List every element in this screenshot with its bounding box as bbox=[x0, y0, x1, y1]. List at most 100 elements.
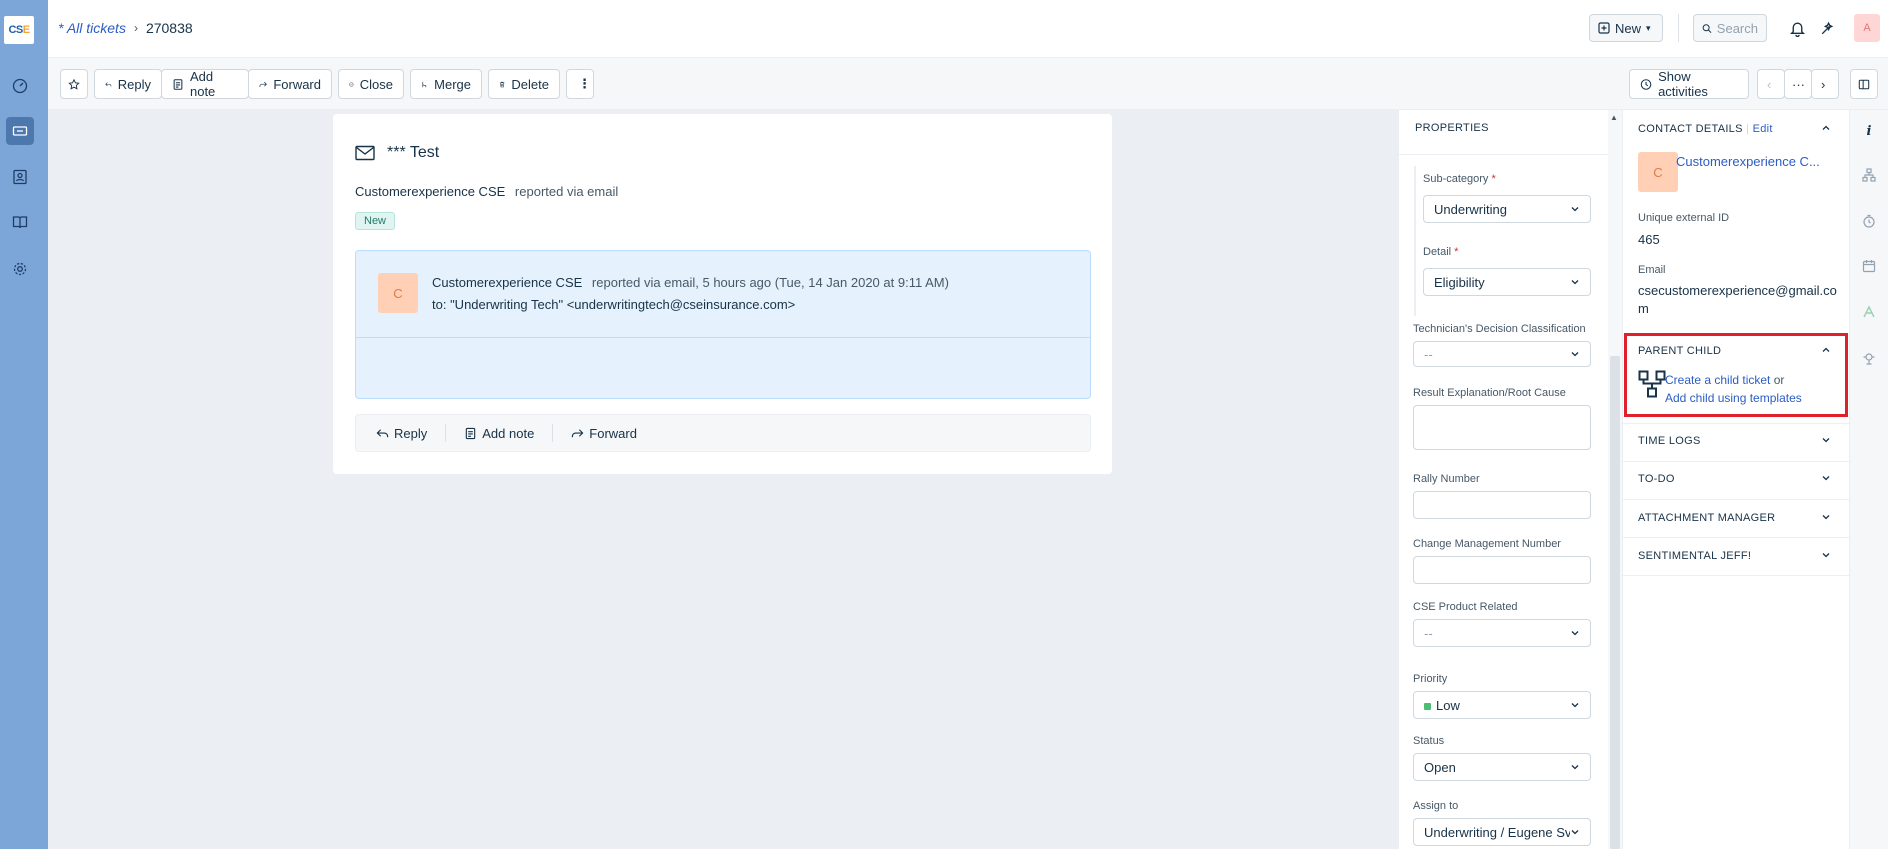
chevron-down-icon bbox=[1571, 631, 1579, 636]
parent-child-highlight-box bbox=[1624, 333, 1848, 417]
chevron-left-icon: ‹ bbox=[1767, 76, 1772, 92]
tickets-icon[interactable] bbox=[6, 117, 34, 145]
ticket-subject-text: *** Test bbox=[387, 144, 440, 161]
tech-decision-select[interactable]: -- bbox=[1413, 341, 1591, 367]
breadcrumb-all-tickets[interactable]: * All tickets bbox=[58, 20, 126, 36]
show-activities-button[interactable]: Show activities bbox=[1629, 69, 1749, 99]
calendar-icon[interactable] bbox=[1861, 258, 1877, 274]
contact-name-link[interactable]: Customerexperience C... bbox=[1676, 154, 1820, 169]
status-badge: New bbox=[355, 212, 396, 230]
merge-button[interactable]: Merge bbox=[410, 69, 482, 99]
email-label: Email bbox=[1638, 264, 1666, 276]
sentimental-jeff-section[interactable]: SENTIMENTAL JEFF! bbox=[1638, 550, 1751, 562]
message-sender: Customerexperience CSE reported via emai… bbox=[432, 275, 949, 290]
forward-action[interactable]: Forward bbox=[571, 426, 637, 441]
action-separator bbox=[445, 424, 447, 442]
settings-gear-icon[interactable] bbox=[6, 255, 34, 283]
forward-button[interactable]: Forward bbox=[248, 69, 332, 99]
message-sender-name[interactable]: Customerexperience CSE bbox=[432, 275, 582, 290]
todo-section[interactable]: TO-DO bbox=[1638, 473, 1675, 485]
chevron-down-icon[interactable] bbox=[1821, 473, 1831, 483]
breadcrumb: * All tickets › 270838 bbox=[58, 20, 193, 36]
chevron-right-icon: › bbox=[1821, 76, 1826, 92]
rally-number-input[interactable] bbox=[1413, 491, 1591, 519]
sub-category-select[interactable]: Underwriting bbox=[1423, 195, 1591, 223]
next-ticket-button[interactable]: › bbox=[1811, 69, 1839, 99]
time-logs-section[interactable]: TIME LOGS bbox=[1638, 435, 1701, 447]
message-thread-item: C Customerexperience CSE reported via em… bbox=[355, 250, 1091, 399]
reply-button[interactable]: Reply bbox=[94, 69, 162, 99]
chevron-right-icon: › bbox=[133, 21, 138, 35]
status-select[interactable]: Open bbox=[1413, 753, 1591, 781]
properties-scrollbar-thumb[interactable] bbox=[1610, 356, 1620, 849]
chevron-down-icon[interactable] bbox=[1821, 550, 1831, 560]
detail-label: Detail * bbox=[1423, 246, 1459, 258]
detail-value: Eligibility bbox=[1434, 274, 1485, 290]
left-nav: CSE bbox=[0, 0, 48, 849]
new-button-label: New bbox=[1615, 20, 1642, 36]
close-ticket-button[interactable]: Close bbox=[338, 69, 404, 99]
message-avatar: C bbox=[378, 273, 418, 313]
new-button[interactable]: New ▾ bbox=[1589, 14, 1663, 42]
ai-assistant-icon[interactable] bbox=[1817, 18, 1837, 38]
add-note-button[interactable]: Add note bbox=[161, 69, 249, 99]
delete-button[interactable]: Delete bbox=[488, 69, 560, 99]
dashboard-icon[interactable] bbox=[6, 72, 34, 100]
chevron-down-icon[interactable] bbox=[1821, 512, 1831, 522]
chevron-down-icon bbox=[1571, 280, 1579, 285]
assign-to-select[interactable]: Underwriting / Eugene Sv bbox=[1413, 818, 1591, 846]
cse-product-select[interactable]: -- bbox=[1413, 619, 1591, 647]
chevron-down-icon bbox=[1571, 765, 1579, 770]
reply-icon bbox=[105, 81, 112, 86]
more-actions-button[interactable]: ⋮ bbox=[566, 69, 594, 99]
sidebar-layout-icon bbox=[1858, 79, 1870, 89]
message-divider bbox=[356, 337, 1090, 338]
forward-icon bbox=[259, 81, 267, 87]
star-button[interactable] bbox=[60, 69, 88, 99]
brand-logo[interactable]: CSE bbox=[4, 16, 34, 44]
scroll-up-arrow-icon[interactable]: ▲ bbox=[1610, 113, 1618, 122]
previous-ticket-button[interactable]: ‹ bbox=[1757, 69, 1785, 99]
note-icon bbox=[466, 427, 476, 439]
knowledge-base-icon[interactable] bbox=[6, 208, 34, 236]
priority-select[interactable]: Low bbox=[1413, 691, 1591, 719]
ticket-reporter: Customerexperience CSE reported via emai… bbox=[355, 184, 618, 199]
conversation-area: *** Test Customerexperience CSE reported… bbox=[48, 110, 1398, 849]
reporter-name[interactable]: Customerexperience CSE bbox=[355, 184, 505, 199]
star-icon bbox=[68, 78, 80, 90]
hierarchy-icon[interactable] bbox=[1861, 167, 1877, 183]
ticket-card: *** Test Customerexperience CSE reported… bbox=[333, 114, 1112, 474]
result-explanation-input[interactable] bbox=[1413, 405, 1591, 450]
cse-product-value: -- bbox=[1424, 625, 1433, 641]
detail-select[interactable]: Eligibility bbox=[1423, 268, 1591, 296]
priority-value: Low bbox=[1436, 697, 1460, 713]
assign-to-label: Assign to bbox=[1413, 800, 1459, 812]
reply-action[interactable]: Reply bbox=[376, 426, 427, 441]
add-note-action[interactable]: Add note bbox=[464, 426, 534, 441]
contact-details-title: CONTACT DETAILS bbox=[1638, 123, 1743, 135]
sentiment-app-icon[interactable] bbox=[1861, 350, 1877, 366]
sub-category-label: Sub-category * bbox=[1423, 173, 1496, 185]
edit-contact-link[interactable]: Edit bbox=[1753, 123, 1773, 135]
search-button[interactable]: Search bbox=[1693, 14, 1767, 42]
contacts-icon[interactable] bbox=[6, 163, 34, 191]
contact-details-header: CONTACT DETAILS | Edit bbox=[1638, 123, 1773, 135]
attachment-manager-section[interactable]: ATTACHMENT MANAGER bbox=[1638, 512, 1775, 524]
timer-icon[interactable] bbox=[1861, 213, 1877, 229]
attachment-app-icon[interactable] bbox=[1861, 304, 1877, 320]
notifications-bell-icon[interactable] bbox=[1787, 18, 1807, 38]
nested-field-guide bbox=[1414, 166, 1416, 316]
chevron-down-icon[interactable] bbox=[1821, 435, 1831, 445]
toggle-panel-button[interactable] bbox=[1850, 69, 1878, 99]
breadcrumb-ticket-id: 270838 bbox=[145, 20, 193, 36]
ticket-subject: *** Test bbox=[355, 144, 439, 162]
ticket-list-menu-button[interactable]: ··· bbox=[1784, 69, 1812, 99]
chevron-up-icon[interactable] bbox=[1821, 123, 1831, 133]
add-note-label: Add note bbox=[189, 69, 216, 99]
add-note-action-label: Add note bbox=[482, 425, 535, 441]
change-mgmt-input[interactable] bbox=[1413, 556, 1591, 584]
section-divider bbox=[1623, 423, 1849, 424]
user-avatar[interactable]: A bbox=[1854, 14, 1880, 42]
info-icon[interactable]: i bbox=[1861, 123, 1877, 139]
merge-label: Merge bbox=[434, 76, 471, 92]
